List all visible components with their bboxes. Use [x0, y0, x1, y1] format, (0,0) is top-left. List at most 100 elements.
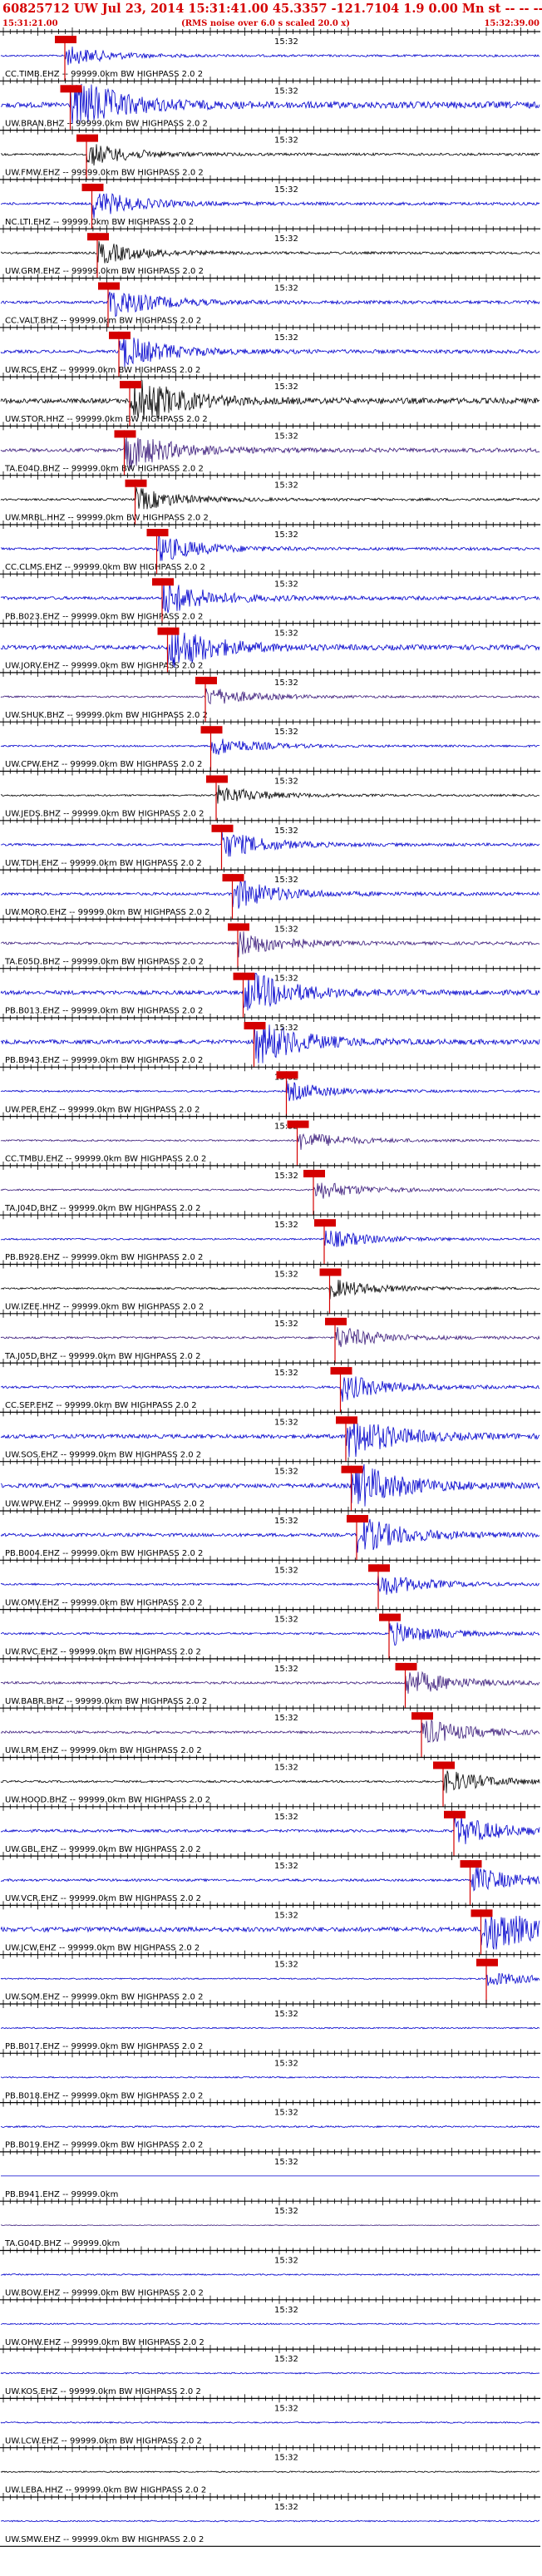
- mid-time-label: 15:32: [274, 185, 298, 195]
- waveform: [0, 688, 540, 705]
- trace-label: PB.B928.EHZ -- 99999.0km BW HIGHPASS 2.0…: [5, 1253, 203, 1262]
- trace-label: PB.B019.EHZ -- 99999.0km BW HIGHPASS 2.0…: [5, 2141, 203, 2150]
- waveform: [0, 830, 540, 857]
- trace-label: UW.SHUK.BHZ -- 99999.0km BW HIGHPASS 2.0…: [5, 711, 208, 720]
- trace-label: UW.BRAN.BHZ -- 99999.0km BW HIGHPASS 2.0…: [5, 119, 208, 128]
- trace-label: UW.RVC.EHZ -- 99999.0km BW HIGHPASS 2.0 …: [5, 1648, 201, 1657]
- trace-label: NC.LTI.EHZ -- 99999.0km BW HIGHPASS 2.0 …: [5, 218, 194, 227]
- rms-note: (RMS noise over 6.0 s scaled 20.0 x): [181, 19, 350, 28]
- trace-28: UW.SOS.EHZ -- 99999.0km BW HIGHPASS 2.0 …: [0, 1408, 540, 1462]
- trace-29: UW.WPW.EHZ -- 99999.0km BW HIGHPASS 2.0 …: [0, 1457, 540, 1511]
- trace-30: PB.B004.EHZ -- 99999.0km BW HIGHPASS 2.0…: [0, 1507, 540, 1561]
- trace-label: UW.JORV.EHZ -- 99999.0km BW HIGHPASS 2.0…: [5, 662, 203, 671]
- mid-time-label: 15:32: [274, 1271, 298, 1280]
- trace-label: UW.RCS.EHZ -- 99999.0km BW HIGHPASS 2.0 …: [5, 366, 200, 375]
- mid-time-label: 15:32: [274, 1320, 298, 1329]
- pick-marker: [55, 36, 76, 43]
- waveform: [0, 534, 540, 561]
- pick-marker: [411, 1712, 433, 1720]
- trace-15: UW.JEDS.BHZ -- 99999.0km BW HIGHPASS 2.0…: [0, 767, 540, 821]
- trace-label: UW.SQM.EHZ -- 99999.0km BW HIGHPASS 2.0 …: [5, 1993, 203, 2002]
- trace-label: UW.SMW.EHZ -- 99999.0km BW HIGHPASS 2.0 …: [5, 2535, 204, 2544]
- pick-marker: [471, 1909, 493, 1917]
- trace-label: UW.VCR.EHZ -- 99999.0km BW HIGHPASS 2.0 …: [5, 1894, 201, 1903]
- trace-label: CC.VALT.BHZ -- 99999.0km BW HIGHPASS 2.0…: [5, 317, 201, 326]
- trace-label: UW.BOW.EHZ -- 99999.0km BW HIGHPASS 2.0 …: [5, 2289, 204, 2298]
- trace-label: PB.B018.EHZ -- 99999.0km BW HIGHPASS 2.0…: [5, 2091, 203, 2100]
- mid-time-label: 15:32: [274, 382, 298, 392]
- trace-42: PB.B019.EHZ -- 99999.0km BW HIGHPASS 2.0…: [0, 2098, 540, 2150]
- mid-time-label: 15:32: [274, 1714, 298, 1723]
- mid-time-label: 15:32: [274, 284, 298, 294]
- trace-20: PB.B943.EHZ -- 99999.0km BW HIGHPASS 2.0…: [0, 1014, 540, 1068]
- trace-label: UW.OMV.EHZ -- 99999.0km BW HIGHPASS 2.0 …: [5, 1598, 203, 1607]
- trace-label: PB.B013.EHZ -- 99999.0km BW HIGHPASS 2.0…: [5, 1007, 203, 1016]
- mid-time-label: 15:32: [274, 1961, 298, 1970]
- trace-8: TA.E04D.BHZ -- 99999.0km BW HIGHPASS 2.0…: [0, 422, 540, 476]
- pick-marker: [87, 233, 109, 241]
- trace-40: PB.B017.EHZ -- 99999.0km BW HIGHPASS 2.0…: [0, 2000, 540, 2051]
- waveform: [0, 738, 540, 755]
- trace-23: TA.J04D.BHZ -- 99999.0km BW HIGHPASS 2.0…: [0, 1161, 540, 1216]
- trace-label: TA.J04D.BHZ -- 99999.0km BW HIGHPASS 2.0…: [4, 1204, 200, 1213]
- trace-19: PB.B013.EHZ -- 99999.0km BW HIGHPASS 2.0…: [0, 964, 540, 1018]
- trace-33: UW.BABR.BHZ -- 99999.0km BW HIGHPASS 2.0…: [0, 1654, 540, 1709]
- trace-41: PB.B018.EHZ -- 99999.0km BW HIGHPASS 2.0…: [0, 2049, 540, 2100]
- waveform: [0, 2371, 540, 2375]
- trace-label: UW.KOS.EHZ -- 99999.0km BW HIGHPASS 2.0 …: [5, 2387, 201, 2396]
- waveform: [0, 2421, 540, 2424]
- waveform: [0, 1770, 540, 1794]
- pick-marker: [444, 1810, 466, 1818]
- trace-25: UW.IZEE.HHZ -- 99999.0km BW HIGHPASS 2.0…: [0, 1260, 540, 1314]
- trace-3: NC.LTI.EHZ -- 99999.0km BW HIGHPASS 2.0 …: [0, 175, 540, 229]
- trace-label: CC.TMBU.EHZ -- 99999.0km BW HIGHPASS 2.0…: [5, 1155, 206, 1164]
- waveform: [0, 144, 540, 166]
- mid-time-label: 15:32: [274, 136, 298, 146]
- mid-time-label: 15:32: [274, 1517, 298, 1526]
- trace-label: UW.LCW.EHZ -- 99999.0km BW HIGHPASS 2.0 …: [5, 2436, 202, 2445]
- mid-time-label: 15:32: [274, 2158, 298, 2167]
- waveform: [0, 880, 540, 909]
- trace-43: PB.B941.EHZ -- 99999.0km 15:32: [0, 2147, 540, 2199]
- trace-label: UW.BABR.BHZ -- 99999.0km BW HIGHPASS 2.0…: [5, 1697, 207, 1706]
- trace-37: UW.VCR.EHZ -- 99999.0km BW HIGHPASS 2.0 …: [0, 1852, 540, 1906]
- pick-marker: [76, 134, 98, 142]
- waveform: [0, 1867, 540, 1892]
- trace-label: TA.E05D.BHZ -- 99999.0km BW HIGHPASS 2.0…: [4, 957, 204, 966]
- mid-time-label: 15:32: [274, 1911, 298, 1920]
- pick-marker: [120, 381, 141, 389]
- waveform: [0, 487, 540, 510]
- trace-label: UW.OHW.EHZ -- 99999.0km BW HIGHPASS 2.0 …: [5, 2338, 204, 2347]
- trace-46: UW.OHW.EHZ -- 99999.0km BW HIGHPASS 2.0 …: [0, 2295, 540, 2347]
- trace-1: UW.BRAN.BHZ -- 99999.0km BW HIGHPASS 2.0…: [0, 76, 540, 131]
- trace-9: UW.MRBL.HHZ -- 99999.0km BW HIGHPASS 2.0…: [0, 471, 540, 525]
- mid-time-label: 15:32: [274, 333, 298, 343]
- trace-39: UW.SQM.EHZ -- 99999.0km BW HIGHPASS 2.0 …: [0, 1950, 540, 2004]
- pick-marker: [60, 85, 82, 93]
- trace-label: UW.HOOD.BHZ -- 99999.0km BW HIGHPASS 2.0…: [5, 1796, 210, 1805]
- seismogram-svg: 60825712 UW Jul 23, 2014 15:31:41.00 45.…: [0, 2, 542, 2547]
- trace-50: UW.SMW.EHZ -- 99999.0km BW HIGHPASS 2.0 …: [0, 2493, 540, 2544]
- trace-17: UW.MORO.EHZ -- 99999.0km BW HIGHPASS 2.0…: [0, 866, 540, 920]
- waveform: [0, 336, 540, 368]
- pick-marker: [152, 578, 174, 586]
- waveform: [0, 2470, 540, 2474]
- pick-marker: [228, 923, 249, 931]
- waveform: [0, 2273, 540, 2277]
- pick-marker: [319, 1268, 342, 1276]
- trace-13: UW.SHUK.BHZ -- 99999.0km BW HIGHPASS 2.0…: [0, 668, 540, 723]
- waveform: [0, 380, 540, 420]
- trace-32: UW.RVC.EHZ -- 99999.0km BW HIGHPASS 2.0 …: [0, 1605, 540, 1659]
- mid-time-label: 15:32: [274, 580, 298, 589]
- trace-24: PB.B928.EHZ -- 99999.0km BW HIGHPASS 2.0…: [0, 1211, 540, 1265]
- trace-35: UW.HOOD.BHZ -- 99999.0km BW HIGHPASS 2.0…: [0, 1753, 540, 1807]
- mid-time-label: 15:32: [274, 481, 298, 491]
- mid-time-label: 15:32: [274, 1024, 298, 1033]
- waveform: [0, 1972, 540, 1986]
- waveform: [0, 46, 540, 66]
- waveform: [0, 2322, 540, 2326]
- waveform: [0, 291, 540, 318]
- mid-time-label: 15:32: [274, 432, 298, 441]
- pick-marker: [379, 1613, 401, 1621]
- mid-time-label: 15:32: [274, 1764, 298, 1773]
